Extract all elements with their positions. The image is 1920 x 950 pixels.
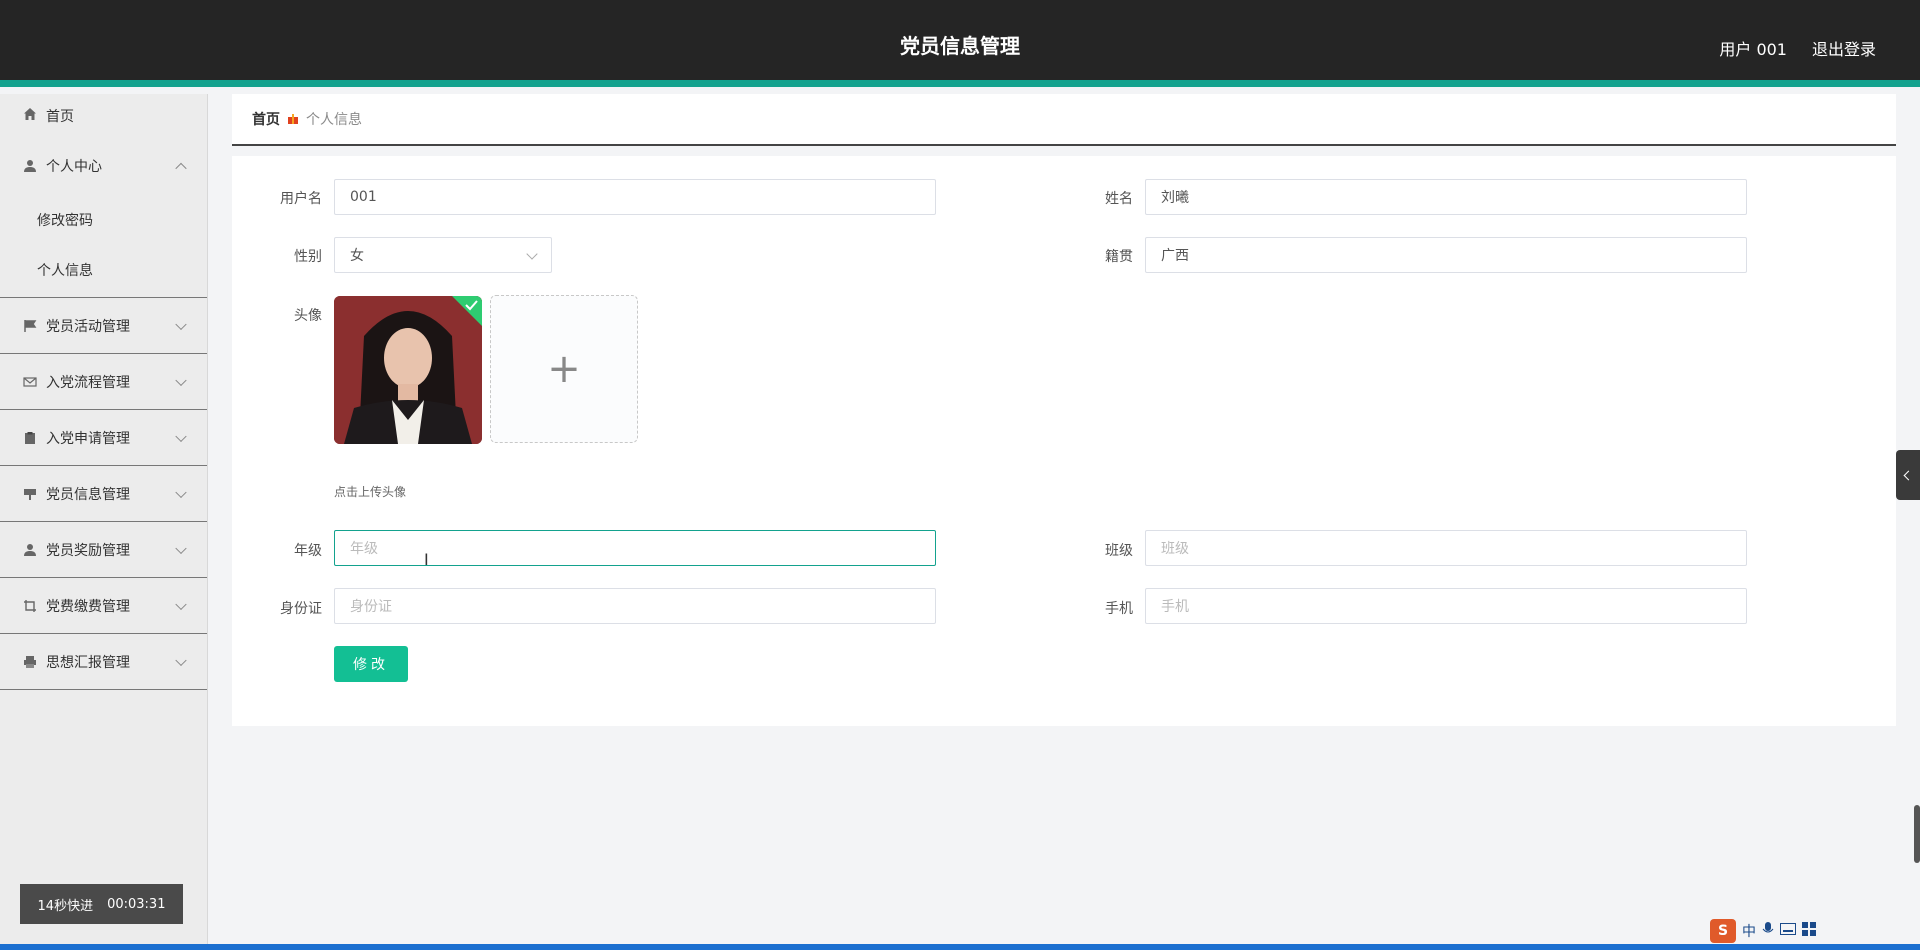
text-cursor-icon: I — [424, 550, 429, 569]
upload-avatar-button[interactable]: + — [490, 295, 638, 443]
timer-value: 00:03:31 — [107, 896, 166, 912]
sidebar-item-label: 入党流程管理 — [46, 374, 130, 391]
upload-hint: 点击上传头像 — [334, 485, 407, 499]
collapse-panel-tab[interactable] — [1896, 450, 1920, 500]
microphone-icon[interactable] — [1762, 922, 1774, 940]
clipboard-icon — [22, 430, 38, 446]
sidebar-item-home[interactable]: 首页 — [0, 94, 207, 137]
sidebar-item-label: 党费缴费管理 — [46, 598, 130, 615]
sidebar-item-fee[interactable]: 党费缴费管理 — [0, 578, 207, 634]
sidebar-item-label: 党员奖励管理 — [46, 542, 130, 559]
mail-icon — [22, 374, 38, 390]
class-input[interactable]: 班级 — [1145, 530, 1747, 566]
crop-icon — [22, 598, 38, 614]
plus-icon: + — [547, 346, 581, 392]
timer-label: 14秒快进 — [37, 898, 94, 914]
user-icon — [22, 542, 38, 558]
chevron-up-icon — [175, 162, 187, 175]
chevron-down-icon — [175, 542, 187, 554]
breadcrumb: 首页 个人信息 — [232, 94, 1896, 146]
sidebar-item-process[interactable]: 入党流程管理 — [0, 354, 207, 410]
sidebar-item-application[interactable]: 入党申请管理 — [0, 410, 207, 466]
submit-button[interactable]: 修改 — [334, 646, 408, 682]
playback-timer[interactable]: 14秒快进 00:03:31 — [20, 884, 183, 924]
sidebar-item-label: 个人中心 — [46, 159, 102, 175]
app-title: 党员信息管理 — [900, 34, 1020, 58]
logout-link[interactable]: 退出登录 — [1812, 36, 1876, 60]
username-input[interactable]: 001 — [334, 179, 936, 215]
class-label: 班级 — [1105, 543, 1133, 559]
sidebar-item-activity[interactable]: 党员活动管理 — [0, 298, 207, 354]
sidebar-item-report[interactable]: 思想汇报管理 — [0, 634, 207, 690]
chevron-down-icon — [526, 248, 538, 260]
sidebar-subitem-personal-info[interactable]: 个人信息 — [0, 245, 207, 295]
ime-toolbar[interactable]: S 中 — [1710, 918, 1920, 944]
sidebar-item-label: 入党申请管理 — [46, 430, 130, 447]
sidebar: 首页 个人中心 修改密码 个人信息 党员活动管理 入党流程管理 入党申请管理 党… — [0, 94, 208, 950]
phone-label: 手机 — [1105, 601, 1133, 617]
breadcrumb-home[interactable]: 首页 — [252, 109, 280, 129]
grade-label: 年级 — [294, 543, 322, 559]
chevron-down-icon — [175, 654, 187, 666]
ime-logo: S — [1710, 919, 1736, 943]
idcard-label: 身份证 — [280, 601, 322, 617]
chevron-down-icon — [175, 318, 187, 330]
chevron-left-icon — [1903, 470, 1913, 480]
sidebar-item-reward[interactable]: 党员奖励管理 — [0, 522, 207, 578]
gift-icon — [288, 114, 298, 124]
chevron-down-icon — [175, 598, 187, 610]
ime-language[interactable]: 中 — [1742, 921, 1756, 941]
sidebar-group-personal: 个人中心 修改密码 个人信息 — [0, 137, 207, 298]
chevron-down-icon — [175, 430, 187, 442]
scrollbar-thumb[interactable] — [1914, 805, 1920, 863]
sidebar-subitem-change-password[interactable]: 修改密码 — [0, 195, 207, 245]
gender-label: 性别 — [294, 249, 322, 265]
sidebar-item-label: 党员信息管理 — [46, 486, 130, 503]
idcard-input[interactable]: 身份证 — [334, 588, 936, 624]
avatar-label: 头像 — [294, 308, 322, 324]
sidebar-item-personal-center[interactable]: 个人中心 — [0, 137, 207, 195]
username-label: 用户名 — [280, 191, 322, 207]
home-icon — [22, 106, 38, 122]
current-user: 用户 001 — [1719, 40, 1787, 59]
grid-icon[interactable] — [1802, 922, 1816, 940]
hometown-input[interactable]: 广西 — [1145, 237, 1747, 273]
sign-icon — [22, 486, 38, 502]
printer-icon — [22, 654, 38, 670]
flag-icon — [22, 318, 38, 334]
sidebar-item-label: 首页 — [46, 109, 74, 125]
name-input[interactable]: 刘曦 — [1145, 179, 1747, 215]
breadcrumb-current: 个人信息 — [306, 112, 362, 128]
sidebar-item-label: 思想汇报管理 — [46, 654, 130, 671]
chevron-down-icon — [175, 486, 187, 498]
avatar-image[interactable] — [334, 296, 482, 444]
user-icon — [22, 158, 38, 174]
name-label: 姓名 — [1105, 191, 1133, 207]
chevron-down-icon — [175, 374, 187, 386]
sidebar-item-label: 党员活动管理 — [46, 318, 130, 335]
gender-value: 女 — [350, 248, 364, 264]
sidebar-item-member-info[interactable]: 党员信息管理 — [0, 466, 207, 522]
phone-input[interactable]: 手机 — [1145, 588, 1747, 624]
top-header: 党员信息管理 用户 001 退出登录 — [0, 0, 1920, 87]
gender-select[interactable]: 女 — [334, 237, 552, 273]
keyboard-icon[interactable] — [1780, 923, 1796, 939]
hometown-label: 籍贯 — [1105, 249, 1133, 265]
taskbar-progress-line — [0, 944, 1920, 950]
